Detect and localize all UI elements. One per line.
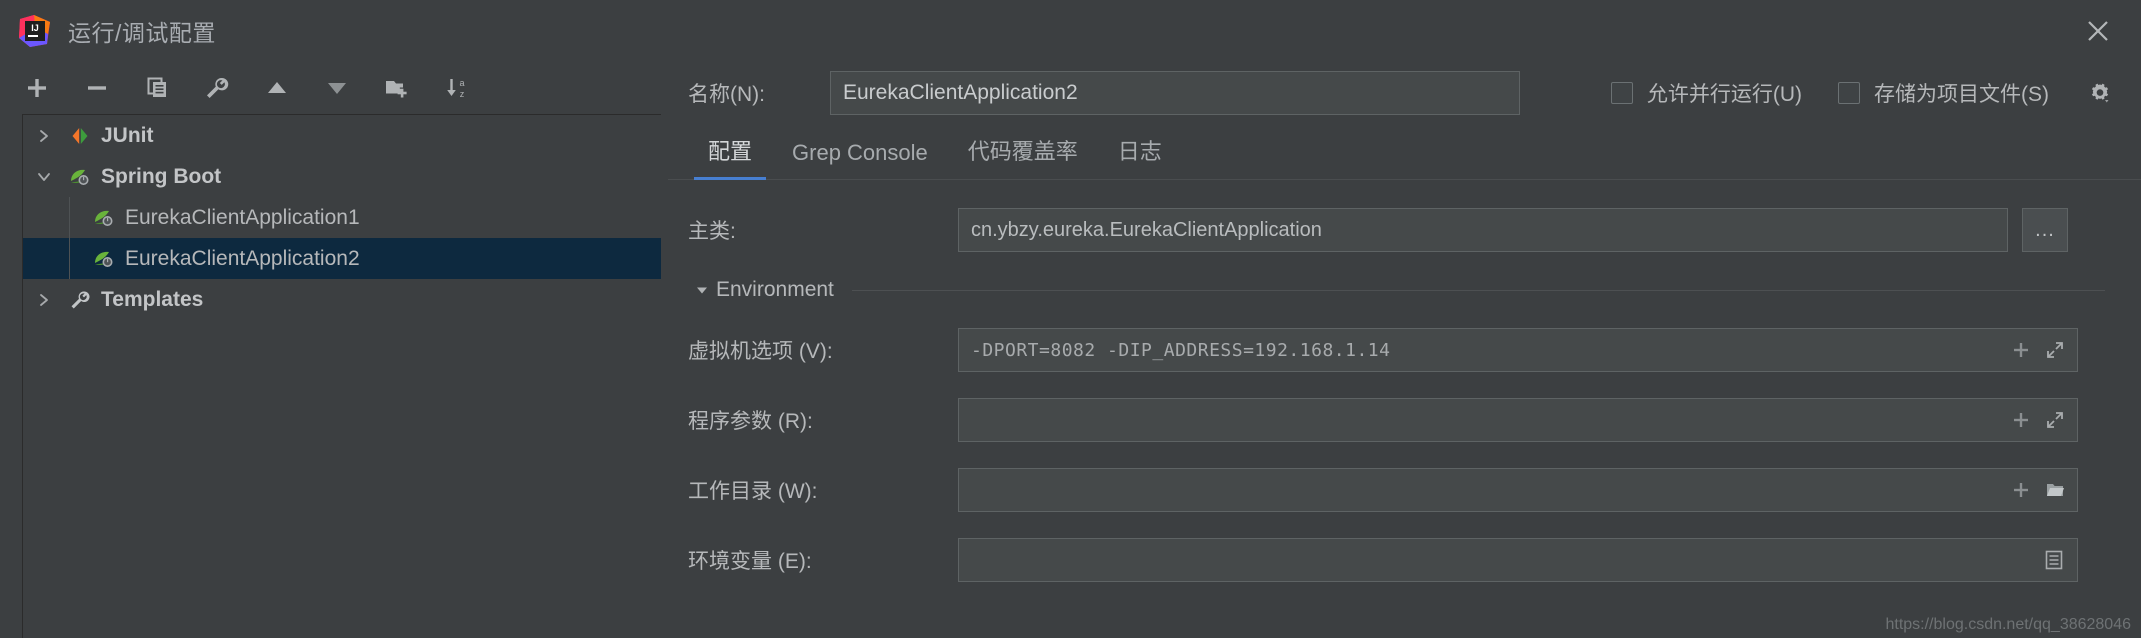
plus-icon[interactable] — [2011, 410, 2031, 430]
sort-alphabetically-icon[interactable]: a z — [442, 73, 472, 103]
tree-guide-line — [69, 238, 70, 279]
program-arguments-label: 程序参数 (R): — [688, 410, 813, 433]
vm-options-field[interactable]: -DPORT=8082 -DIP_ADDRESS=192.168.1.14 — [958, 328, 2078, 372]
tab-configuration[interactable]: 配置 — [688, 134, 772, 180]
tab-code-coverage[interactable]: 代码覆盖率 — [948, 134, 1098, 179]
new-folder-plus-icon[interactable] — [382, 73, 412, 103]
tab-logs[interactable]: 日志 — [1098, 134, 1182, 179]
tab-grep-console[interactable]: Grep Console — [772, 140, 948, 179]
section-collapse-arrow-icon[interactable] — [688, 282, 716, 298]
tree-item-junit[interactable]: JUnit — [23, 115, 661, 156]
main-class-row: 主类: cn.ybzy.eureka.EurekaClientApplicati… — [668, 208, 2141, 252]
spring-boot-icon — [65, 166, 95, 188]
environment-variables-field[interactable] — [958, 538, 2078, 582]
edit-templates-wrench-icon[interactable] — [202, 73, 232, 103]
svg-text:a: a — [459, 78, 464, 88]
remove-configuration-button[interactable] — [82, 73, 112, 103]
configuration-name-row: 名称(N): 允许并行运行(U) 存储为项目文件(S) — [668, 62, 2141, 124]
list-icon[interactable] — [2043, 549, 2065, 571]
spring-boot-icon — [89, 207, 119, 229]
svg-text:z: z — [460, 89, 465, 99]
intellij-idea-logo: IJ — [18, 14, 52, 48]
checkbox-box[interactable] — [1610, 82, 1633, 104]
tree-item-label: Templates — [101, 287, 204, 311]
environment-variables-field-icons — [2043, 549, 2077, 571]
program-arguments-field[interactable] — [958, 398, 2078, 442]
configurations-toolbar: a z — [0, 62, 668, 114]
configuration-editor-panel: 名称(N): 允许并行运行(U) 存储为项目文件(S) — [668, 62, 2141, 638]
vm-options-row: 虚拟机选项 (V): -DPORT=8082 -DIP_ADDRESS=192.… — [668, 328, 2141, 372]
move-down-arrow-icon[interactable] — [322, 73, 352, 103]
main-class-browse-button[interactable]: ... — [2022, 208, 2068, 252]
configuration-tabs: 配置 Grep Console 代码覆盖率 日志 — [668, 124, 2141, 180]
vm-options-field-icons — [2011, 340, 2077, 360]
environment-variables-row: 环境变量 (E): — [668, 538, 2141, 582]
tree-item-label: JUnit — [101, 123, 154, 147]
name-label: 名称(N): — [688, 83, 765, 106]
main-class-label: 主类: — [688, 220, 736, 243]
configurations-tree[interactable]: JUnit Spring Boot EurekaClientApplicatio… — [22, 114, 661, 638]
main-class-value: cn.ybzy.eureka.EurekaClientApplication — [971, 218, 1322, 241]
expand-icon[interactable] — [2045, 410, 2065, 430]
environment-variables-label: 环境变量 (E): — [688, 550, 812, 573]
chevron-right-icon[interactable] — [23, 128, 65, 144]
junit-icon — [65, 125, 95, 147]
spring-boot-icon — [89, 248, 119, 270]
gear-dropdown-icon[interactable] — [2085, 78, 2115, 108]
configurations-panel: a z JUnit Spring Boot EurekaClientApplic… — [0, 62, 668, 638]
tree-item-templates[interactable]: Templates — [23, 279, 661, 320]
environment-section-header: Environment — [668, 278, 2141, 302]
program-arguments-row: 程序参数 (R): — [668, 398, 2141, 442]
tree-item-label: EurekaClientApplication1 — [125, 205, 360, 229]
working-directory-row: 工作目录 (W): — [668, 468, 2141, 512]
section-divider — [851, 289, 2105, 291]
configuration-name-input[interactable] — [830, 71, 1520, 115]
chevron-right-icon[interactable] — [23, 292, 65, 308]
dialog-title: 运行/调试配置 — [68, 20, 216, 46]
tree-item-spring-boot[interactable]: Spring Boot — [23, 156, 661, 197]
tree-item-label: Spring Boot — [101, 164, 222, 188]
checkbox-label: 允许并行运行(U) — [1646, 83, 1802, 106]
checkbox-label: 存储为项目文件(S) — [1874, 83, 2049, 106]
wrench-icon — [65, 289, 95, 311]
working-directory-field-icons — [2011, 480, 2077, 500]
program-arguments-field-icons — [2011, 410, 2077, 430]
configuration-options-group: 允许并行运行(U) 存储为项目文件(S) — [1610, 78, 2141, 108]
working-directory-label: 工作目录 (W): — [688, 480, 818, 503]
folder-icon[interactable] — [2045, 480, 2065, 500]
tree-item-eureka-client-application-1[interactable]: EurekaClientApplication1 — [23, 197, 661, 238]
working-directory-field[interactable] — [958, 468, 2078, 512]
copy-configuration-button[interactable] — [142, 73, 172, 103]
dialog-titlebar: IJ 运行/调试配置 — [0, 0, 2141, 62]
environment-section-title: Environment — [716, 278, 834, 301]
tree-item-eureka-client-application-2[interactable]: EurekaClientApplication2 — [23, 238, 661, 279]
plus-icon[interactable] — [2011, 340, 2031, 360]
tree-item-label: EurekaClientApplication2 — [125, 246, 360, 270]
close-icon[interactable] — [2081, 14, 2115, 48]
expand-icon[interactable] — [2045, 340, 2065, 360]
vm-options-label: 虚拟机选项 (V): — [688, 340, 833, 363]
run-debug-configurations-dialog: IJ 运行/调试配置 a z JUnit Spring Boot EurekaC… — [0, 0, 2141, 638]
add-configuration-button[interactable] — [22, 73, 52, 103]
allow-parallel-run-checkbox[interactable]: 允许并行运行(U) — [1610, 78, 1802, 108]
watermark: https://blog.csdn.net/qq_38628046 — [1885, 616, 2131, 633]
vm-options-value: -DPORT=8082 -DIP_ADDRESS=192.168.1.14 — [971, 339, 1391, 361]
configuration-form: 主类: cn.ybzy.eureka.EurekaClientApplicati… — [668, 180, 2141, 582]
main-class-field[interactable]: cn.ybzy.eureka.EurekaClientApplication — [958, 208, 2008, 252]
checkbox-box[interactable] — [1838, 82, 1860, 104]
svg-text:IJ: IJ — [31, 23, 39, 33]
store-as-project-file-checkbox[interactable]: 存储为项目文件(S) — [1838, 78, 2049, 108]
tree-guide-line — [69, 197, 70, 238]
chevron-down-icon[interactable] — [23, 169, 65, 185]
plus-icon[interactable] — [2011, 480, 2031, 500]
move-up-arrow-icon[interactable] — [262, 73, 292, 103]
